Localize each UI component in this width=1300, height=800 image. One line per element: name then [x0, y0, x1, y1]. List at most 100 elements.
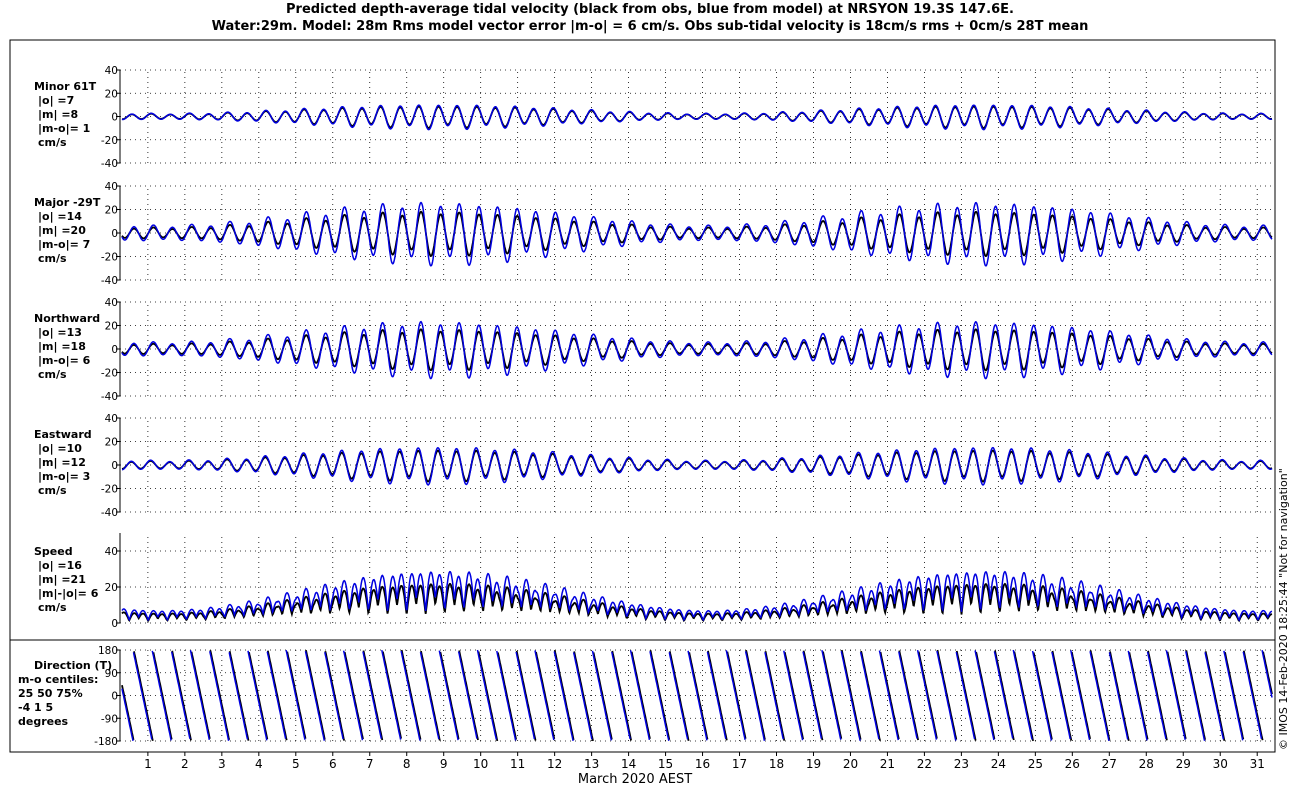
- y-tick-label: 40: [105, 546, 118, 558]
- panel-label-line: Direction (T): [34, 659, 112, 672]
- x-tick-label: 13: [584, 757, 599, 771]
- panel-label-line: Minor 61T: [34, 80, 97, 93]
- panels-group: 40 20 0 -20 -40 Minor 61T|o| =7|m| =8|m-o|= 1…: [18, 65, 1273, 748]
- panel-label-line: |m| =20: [38, 224, 86, 237]
- y-tick-label: 0: [111, 460, 118, 472]
- x-tick-label: 8: [403, 757, 411, 771]
- x-axis-label: March 2020 AEST: [578, 772, 692, 787]
- panel-label-line: |m| =12: [38, 456, 86, 469]
- panel-label-line: cm/s: [38, 484, 67, 497]
- panel-label-line: |o| =10: [38, 442, 82, 455]
- y-tick-label: 20: [105, 205, 118, 217]
- x-tick-label: 1: [144, 757, 152, 771]
- x-tick-label: 22: [917, 757, 932, 771]
- y-tick-label: -40: [101, 158, 118, 170]
- y-tick-label: 20: [105, 88, 118, 100]
- chart-title-line2: Water:29m. Model: 28m Rms model vector e…: [212, 19, 1089, 34]
- panel-label-line: |m-o|= 3: [38, 470, 90, 483]
- panel-label-line: |o| =16: [38, 559, 82, 572]
- x-tick-label: 16: [695, 757, 710, 771]
- x-tick-label: 25: [1028, 757, 1043, 771]
- x-tick-label: 23: [954, 757, 969, 771]
- panel-label-line: cm/s: [38, 252, 67, 265]
- panel-speed: 40 20 0 Speed|o| =16|m| =21|m|-|o|= 6cm/s: [34, 533, 1273, 630]
- panel-label-line: |m|-|o|= 6: [38, 587, 99, 600]
- y-tick-label: 40: [105, 181, 118, 193]
- panel-label-line: cm/s: [38, 368, 67, 381]
- series-minor-model: [121, 104, 1273, 131]
- top-frame: [9, 39, 1276, 641]
- panel-label-line: |m-o|= 7: [38, 238, 90, 251]
- series-east-model: [122, 446, 1273, 486]
- y-tick-label: 20: [105, 437, 118, 449]
- x-tick-label: 24: [991, 757, 1006, 771]
- panel-label-line: |o| =13: [38, 326, 82, 339]
- y-tick-label: -40: [101, 507, 118, 519]
- y-tick-label: -20: [101, 368, 118, 380]
- y-tick-label: 40: [105, 297, 118, 309]
- y-tick-label: 0: [111, 618, 118, 630]
- series-north-obs: [121, 328, 1273, 372]
- panel-label-line: Speed: [34, 545, 73, 558]
- panel-label-line: |m| =18: [38, 340, 86, 353]
- y-tick-label: -180: [94, 736, 118, 748]
- y-tick-label: 40: [105, 65, 118, 77]
- panel-label-line: |o| =14: [38, 210, 82, 223]
- x-tick-label: 7: [366, 757, 374, 771]
- y-tick-label: 180: [98, 645, 118, 657]
- x-tick-label: 10: [473, 757, 488, 771]
- tidal-velocity-figure: Predicted depth-average tidal velocity (…: [9, 2, 1290, 787]
- panel-label-line: 25 50 75%: [18, 687, 83, 700]
- series-major-model: [121, 201, 1273, 267]
- x-tick-label: 15: [658, 757, 673, 771]
- y-tick-label: -40: [101, 391, 118, 403]
- series-direction-model: [121, 649, 1273, 742]
- y-tick-label: 0: [111, 344, 118, 356]
- panel-label-line: Northward: [34, 312, 100, 325]
- y-tick-label: -20: [101, 252, 118, 264]
- x-tick-label: 27: [1102, 757, 1117, 771]
- y-tick-label: 20: [105, 321, 118, 333]
- y-tick-label: -20: [101, 484, 118, 496]
- y-tick-label: 0: [111, 691, 118, 703]
- x-tick-label: 5: [292, 757, 300, 771]
- panel-label-line: degrees: [18, 715, 69, 728]
- panel-label-line: |o| =7: [38, 94, 74, 107]
- panel-label-line: |m-o|= 1: [38, 122, 90, 135]
- x-tick-label: 11: [510, 757, 525, 771]
- panel-north: 40 20 0 -20 -40 Northward|o| =13|m| =18|m-o|=…: [34, 297, 1273, 403]
- x-tick-label: 30: [1213, 757, 1228, 771]
- y-tick-label: -20: [101, 135, 118, 147]
- x-tick-label: 19: [806, 757, 821, 771]
- panel-label-line: Eastward: [34, 428, 92, 441]
- y-tick-label: -90: [101, 713, 118, 725]
- x-tick-label: 2: [181, 757, 189, 771]
- series-major-obs: [121, 210, 1273, 258]
- panel-east: 40 20 0 -20 -40 Eastward|o| =10|m| =12|m-o|= …: [34, 413, 1273, 519]
- x-tick-label: 31: [1250, 757, 1265, 771]
- chart-title-line1: Predicted depth-average tidal velocity (…: [286, 2, 1014, 17]
- x-tick-label: 12: [547, 757, 562, 771]
- x-tick-label: 6: [329, 757, 337, 771]
- x-tick-label: 20: [843, 757, 858, 771]
- y-tick-label: 0: [111, 112, 118, 124]
- x-tick-label: 9: [440, 757, 448, 771]
- copyright-note: © IMOS 14-Feb-2020 18:25:44 "Not for nav…: [1277, 468, 1290, 750]
- y-tick-label: -40: [101, 275, 118, 287]
- panel-label-line: cm/s: [38, 601, 67, 614]
- panel-label-line: |m-o|= 6: [38, 354, 91, 367]
- panel-major: 40 20 0 -20 -40 Major -29T|o| =14|m| =20|m-o|…: [34, 181, 1273, 287]
- y-tick-label: 20: [105, 582, 118, 594]
- panel-label-line: |m| =8: [38, 108, 78, 121]
- panel-label-line: cm/s: [38, 136, 67, 149]
- x-tick-label: 28: [1139, 757, 1154, 771]
- x-tick-label: 26: [1065, 757, 1080, 771]
- panel-minor: 40 20 0 -20 -40 Minor 61T|o| =7|m| =8|m-o|= 1…: [34, 65, 1273, 170]
- x-tick-label: 21: [880, 757, 895, 771]
- x-tick-label: 3: [218, 757, 226, 771]
- x-tick-label: 17: [732, 757, 747, 771]
- x-tick-label: 29: [1176, 757, 1191, 771]
- panel-label-line: -4 1 5: [18, 701, 53, 714]
- x-tick-label: 14: [621, 757, 636, 771]
- x-axis-ticks: 1 2 3 4 5 6 7 8 9 10 11 12 13 14 15 16 17 18 19 20 21 22 23 24 2…: [144, 752, 1265, 771]
